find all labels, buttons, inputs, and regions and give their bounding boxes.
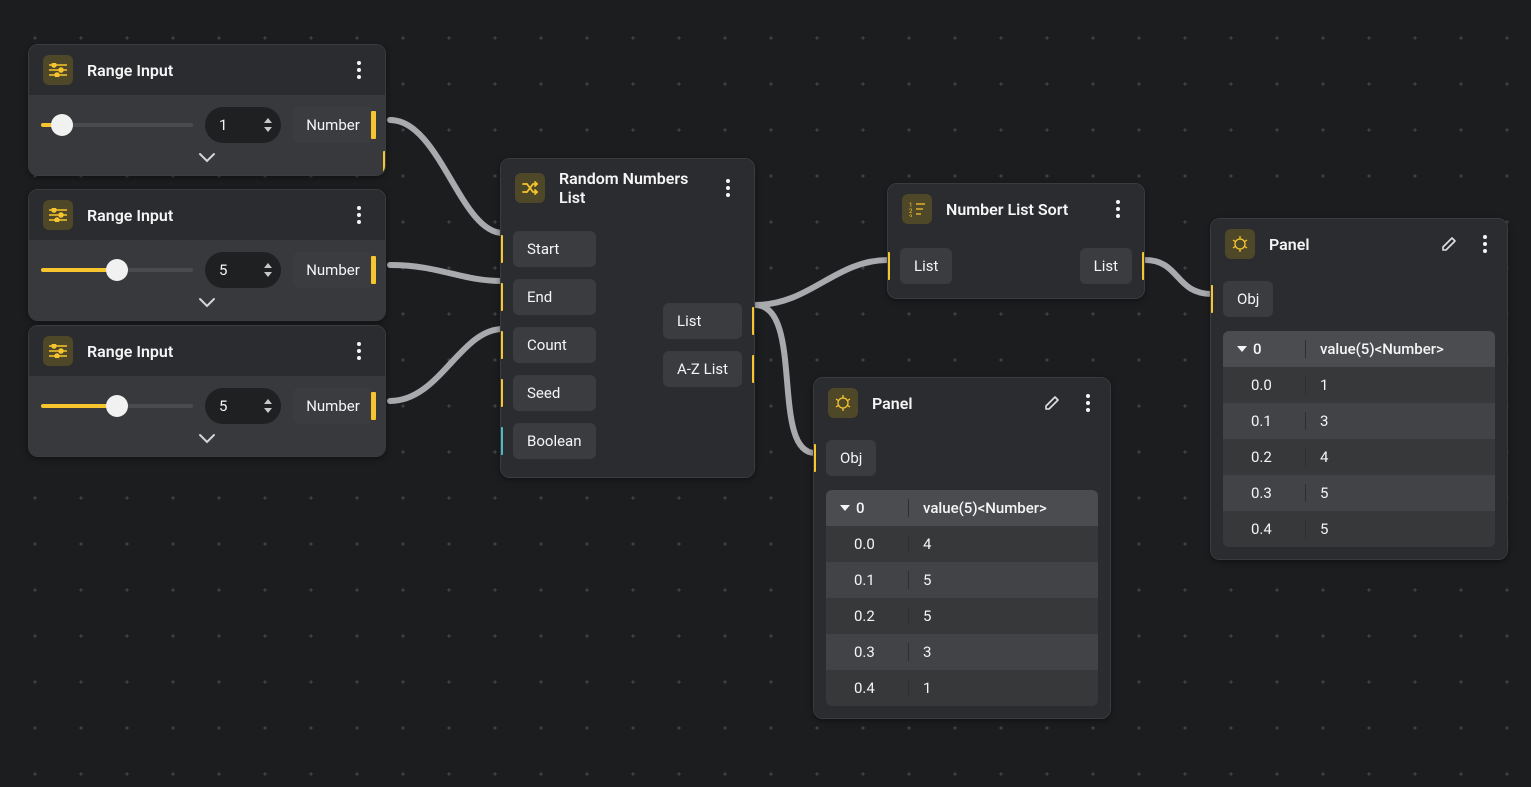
- caret-down-icon[interactable]: [840, 505, 850, 511]
- output-port-list[interactable]: List: [663, 303, 742, 339]
- stepper-arrows[interactable]: [263, 398, 273, 414]
- node-title: Number List Sort: [946, 200, 1092, 219]
- node-menu-button[interactable]: [1106, 197, 1130, 221]
- panel-icon: [1225, 229, 1255, 259]
- node-title: Panel: [872, 394, 1028, 413]
- stepper-arrows[interactable]: [263, 262, 273, 278]
- node-title: Range Input: [87, 342, 333, 361]
- range-icon: [43, 200, 73, 230]
- input-port-obj[interactable]: Obj: [1223, 281, 1273, 317]
- node-panel-1[interactable]: Panel Obj 0 value(5)<Number> 0.040.150.2…: [813, 377, 1111, 719]
- node-random-numbers-list[interactable]: Random Numbers List Start End Count Seed…: [500, 158, 755, 478]
- node-range-input-3[interactable]: Range Input 5 Number: [28, 325, 386, 457]
- node-panel-2[interactable]: Panel Obj 0 value(5)<Number> 0.010.130.2…: [1210, 218, 1508, 560]
- node-range-input-2[interactable]: Range Input 5 Number: [28, 189, 386, 321]
- value-stepper[interactable]: 5: [205, 252, 281, 288]
- sort-icon: 123: [902, 194, 932, 224]
- table-row: 0.45: [1223, 511, 1495, 547]
- input-port-list[interactable]: List: [900, 248, 952, 284]
- input-port-count[interactable]: Count: [513, 327, 596, 363]
- node-menu-button[interactable]: [347, 203, 371, 227]
- stepper-arrows[interactable]: [263, 117, 273, 133]
- value-stepper[interactable]: 5: [205, 388, 281, 424]
- range-slider[interactable]: [41, 114, 193, 136]
- table-row: 0.04: [826, 526, 1098, 562]
- input-port-end[interactable]: End: [513, 279, 596, 315]
- node-number-list-sort[interactable]: 123 Number List Sort List List: [887, 183, 1145, 299]
- value-stepper[interactable]: 1: [205, 107, 281, 143]
- range-slider[interactable]: [41, 395, 193, 417]
- range-slider[interactable]: [41, 259, 193, 281]
- output-port-az-list[interactable]: A-Z List: [663, 351, 742, 387]
- output-port-list[interactable]: List: [1080, 248, 1132, 284]
- node-title: Panel: [1269, 235, 1425, 254]
- expand-button[interactable]: [41, 143, 373, 163]
- table-row: 0.25: [826, 598, 1098, 634]
- node-menu-button[interactable]: [1473, 232, 1497, 256]
- node-range-input-1[interactable]: Range Input 1 Number: [28, 44, 386, 176]
- svg-text:3: 3: [909, 214, 912, 217]
- table-row: 0.01: [1223, 367, 1495, 403]
- panel-data-table: 0 value(5)<Number> 0.010.130.240.350.45: [1223, 331, 1495, 547]
- table-row: 0.13: [1223, 403, 1495, 439]
- input-port-obj[interactable]: Obj: [826, 440, 876, 476]
- table-row: 0.41: [826, 670, 1098, 706]
- input-port-start[interactable]: Start: [513, 231, 596, 267]
- range-icon: [43, 55, 73, 85]
- output-port-number[interactable]: Number: [293, 388, 373, 424]
- node-canvas[interactable]: Range Input 1 Number: [0, 0, 1531, 787]
- panel-icon: [828, 388, 858, 418]
- range-icon: [43, 336, 73, 366]
- node-menu-button[interactable]: [347, 58, 371, 82]
- edit-button[interactable]: [1042, 393, 1062, 413]
- table-row: 0.15: [826, 562, 1098, 598]
- node-menu-button[interactable]: [347, 339, 371, 363]
- node-title: Range Input: [87, 61, 333, 80]
- panel-data-table: 0 value(5)<Number> 0.040.150.250.330.41: [826, 490, 1098, 706]
- expand-button[interactable]: [41, 424, 373, 444]
- table-row: 0.33: [826, 634, 1098, 670]
- table-row: 0.24: [1223, 439, 1495, 475]
- node-menu-button[interactable]: [1076, 391, 1100, 415]
- shuffle-icon: [515, 173, 545, 203]
- caret-down-icon[interactable]: [1237, 346, 1247, 352]
- node-menu-button[interactable]: [716, 176, 740, 200]
- input-port-boolean[interactable]: Boolean: [513, 423, 596, 459]
- input-port-seed[interactable]: Seed: [513, 375, 596, 411]
- output-port-number[interactable]: Number: [293, 107, 373, 143]
- node-title: Random Numbers List: [559, 169, 702, 207]
- expand-button[interactable]: [41, 288, 373, 308]
- node-title: Range Input: [87, 206, 333, 225]
- output-port-number[interactable]: Number: [293, 252, 373, 288]
- table-row: 0.35: [1223, 475, 1495, 511]
- edit-button[interactable]: [1439, 234, 1459, 254]
